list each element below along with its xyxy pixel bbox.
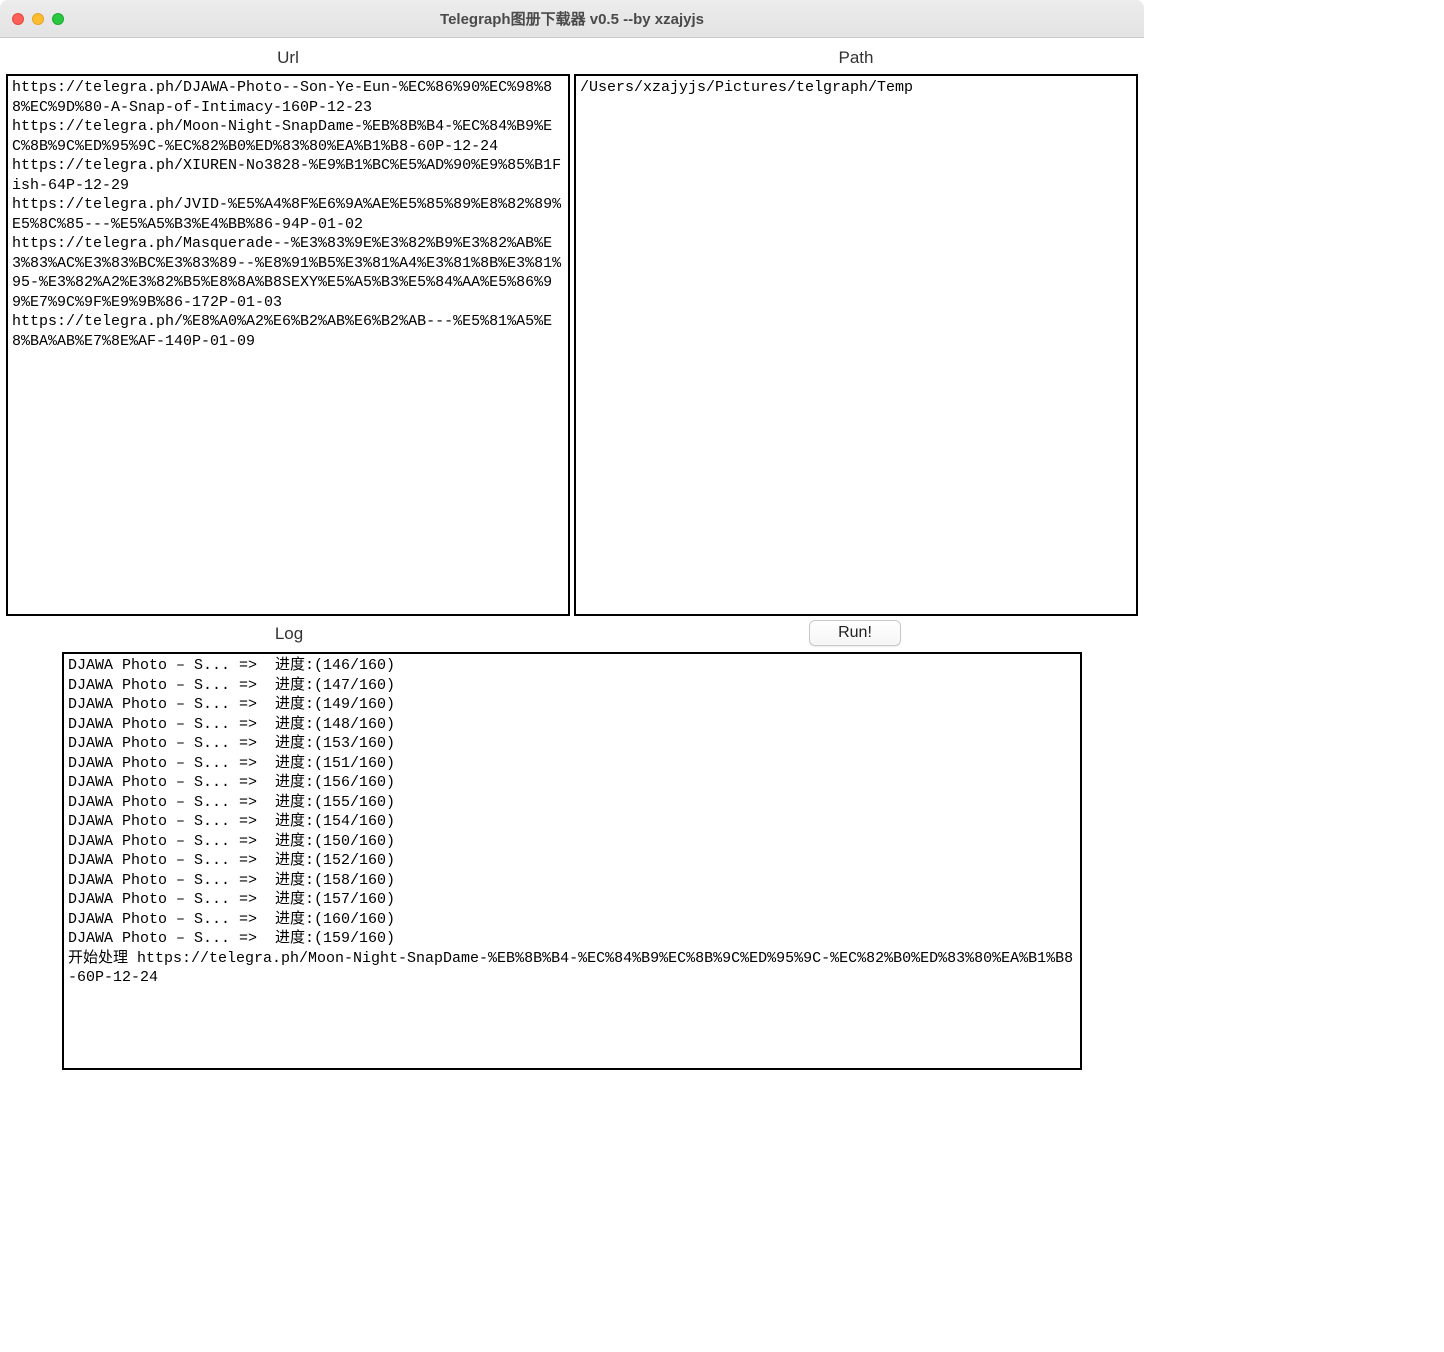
traffic-lights: [12, 13, 64, 25]
maximize-icon[interactable]: [52, 13, 64, 25]
window-titlebar: Telegraph图册下载器 v0.5 --by xzajyjs: [0, 0, 1144, 38]
run-button[interactable]: Run!: [809, 620, 901, 646]
window-title: Telegraph图册下载器 v0.5 --by xzajyjs: [0, 8, 1144, 29]
close-icon[interactable]: [12, 13, 24, 25]
path-label: Path: [574, 44, 1138, 74]
path-input[interactable]: [574, 74, 1138, 616]
log-label: Log: [6, 620, 572, 650]
log-output: DJAWA Photo – S... => 进度:(146/160) DJAWA…: [62, 652, 1082, 1070]
minimize-icon[interactable]: [32, 13, 44, 25]
url-input[interactable]: [6, 74, 570, 616]
url-label: Url: [6, 44, 570, 74]
